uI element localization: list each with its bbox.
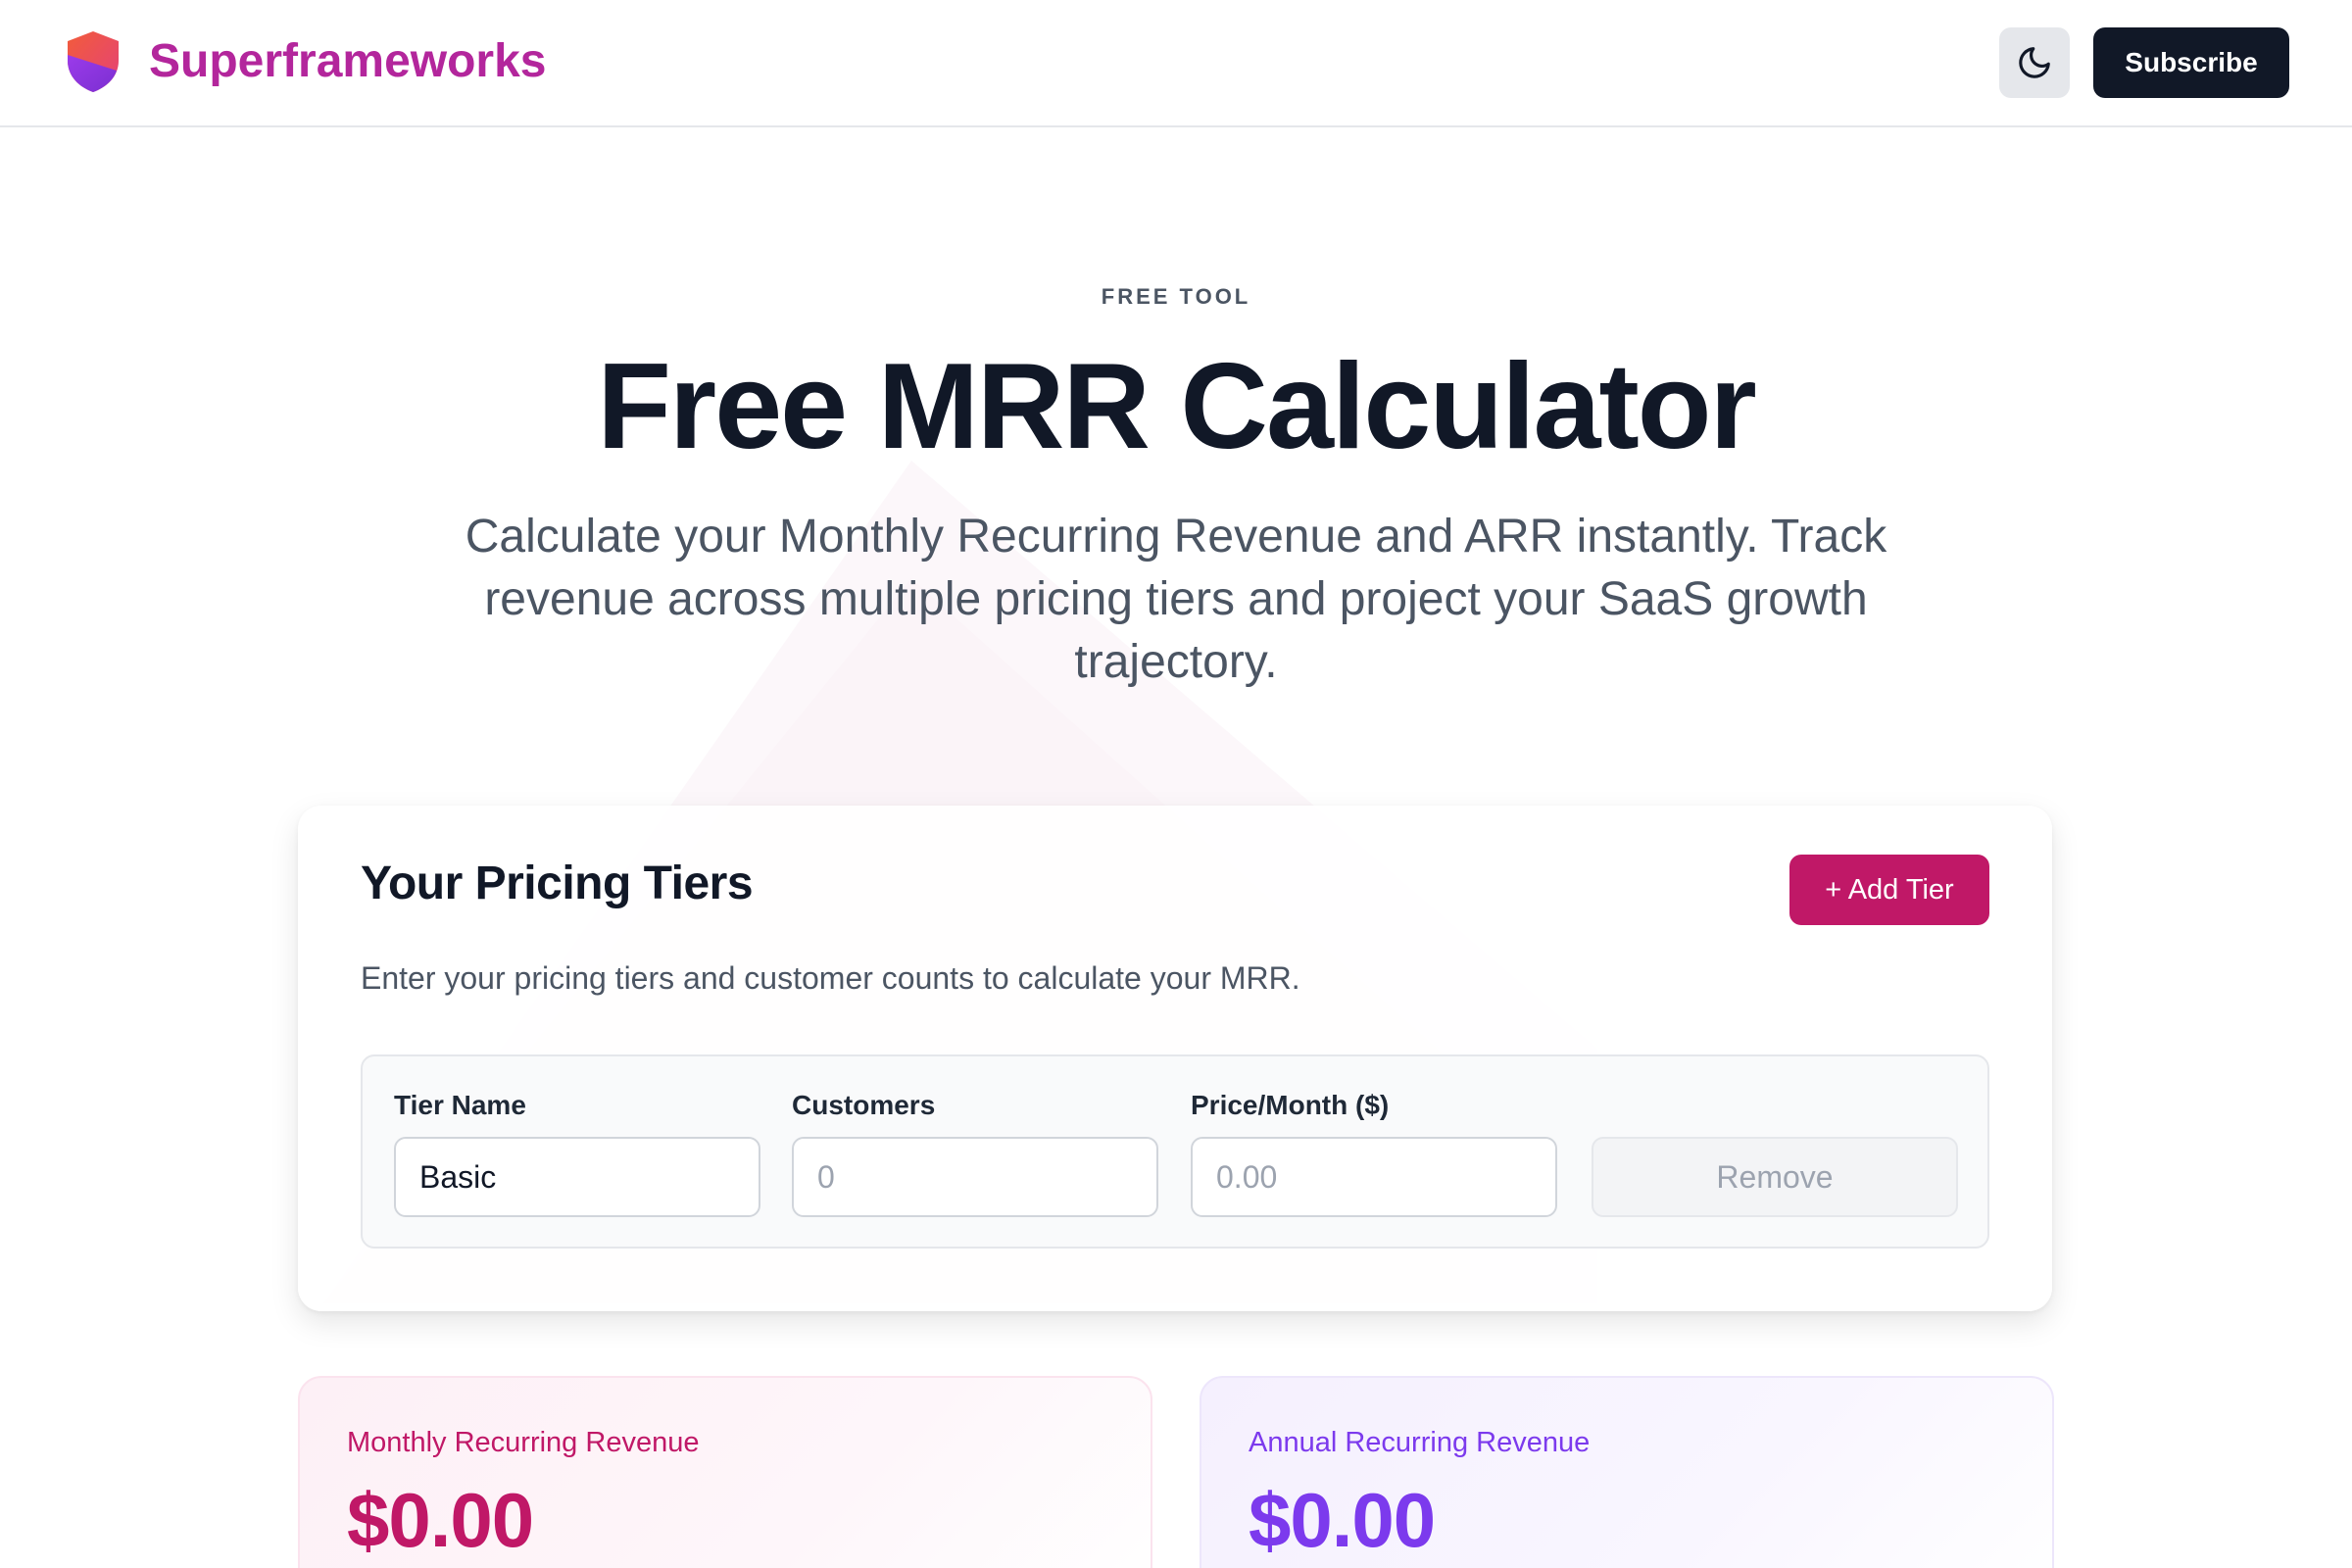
arr-label: Annual Recurring Revenue [1249, 1427, 1591, 1458]
mrr-label: Monthly Recurring Revenue [347, 1427, 700, 1458]
page: Superframeworks Subscribe FREE TOOL Free… [0, 0, 2352, 1568]
arr-value: $0.00 [1249, 1477, 1436, 1563]
pricing-tiers-card: Your Pricing Tiers + Add Tier Enter your… [298, 806, 2052, 1311]
customers-label: Customers [792, 1090, 936, 1120]
page-subtitle: Calculate your Monthly Recurring Revenue… [465, 511, 1887, 688]
brand-link[interactable]: Superframeworks [65, 29, 547, 94]
tier-name-label: Tier Name [394, 1090, 526, 1120]
subscribe-button[interactable]: Subscribe [2093, 27, 2289, 98]
price-input[interactable] [1191, 1137, 1557, 1217]
top-navigation-bar: Superframeworks Subscribe [0, 0, 2352, 127]
background-decoration [323, 461, 1597, 1303]
page-title: Free MRR Calculator [597, 339, 1757, 474]
pricing-tiers-description: Enter your pricing tiers and customer co… [361, 960, 1300, 996]
eyebrow-label: FREE TOOL [1101, 284, 1251, 309]
tier-name-field: Tier Name [394, 1088, 760, 1217]
shield-logo-icon [68, 31, 119, 92]
tier-row: Tier Name Customers Price/Month ($) Remo… [361, 1054, 1989, 1249]
customers-field: Customers [792, 1088, 1158, 1217]
add-tier-button[interactable]: + Add Tier [1789, 855, 1989, 925]
price-field: Price/Month ($) [1191, 1088, 1557, 1217]
mrr-value: $0.00 [347, 1477, 534, 1563]
moon-icon [2019, 47, 2050, 78]
mrr-result-card: Monthly Recurring Revenue $0.00 [298, 1376, 1152, 1568]
tier-name-input[interactable] [394, 1137, 760, 1217]
brand-name: Superframeworks [149, 35, 547, 87]
pricing-tiers-title: Your Pricing Tiers [361, 858, 754, 909]
theme-toggle-button[interactable] [1999, 27, 2070, 98]
arr-result-card: Annual Recurring Revenue $0.00 [1200, 1376, 2054, 1568]
customers-input[interactable] [792, 1137, 1158, 1217]
price-label: Price/Month ($) [1191, 1090, 1390, 1120]
remove-tier-button[interactable]: Remove [1592, 1137, 1958, 1217]
